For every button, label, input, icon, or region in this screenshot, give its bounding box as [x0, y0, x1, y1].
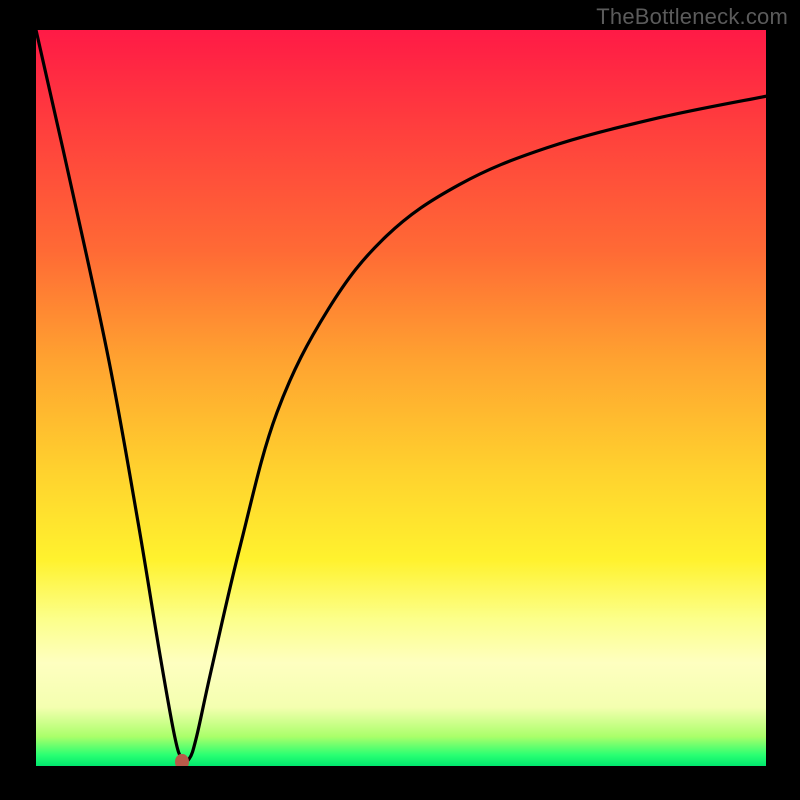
watermark-text: TheBottleneck.com	[596, 4, 788, 30]
bottleneck-marker	[175, 754, 189, 766]
bottleneck-curve	[36, 30, 766, 766]
plot-area	[36, 30, 766, 766]
chart-frame: TheBottleneck.com	[0, 0, 800, 800]
